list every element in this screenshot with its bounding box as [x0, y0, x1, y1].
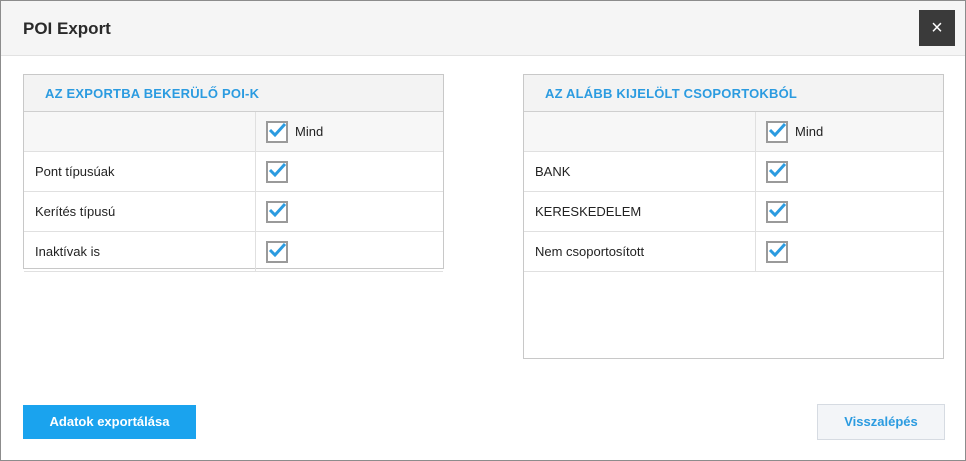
- checkmark-icon: [268, 162, 287, 178]
- close-icon: ×: [931, 17, 943, 39]
- checkmark-icon: [768, 242, 787, 258]
- group-checkbox[interactable]: [766, 201, 788, 223]
- poi-type-row: Inaktívak is: [24, 232, 443, 272]
- group-checkbox[interactable]: [766, 161, 788, 183]
- column-divider: [255, 112, 256, 151]
- poi-type-checkbox[interactable]: [266, 161, 288, 183]
- group-label: Nem csoportosított: [535, 244, 645, 259]
- poi-type-label: Kerítés típusú: [35, 204, 116, 219]
- column-divider: [255, 152, 256, 191]
- poi-types-panel: AZ EXPORTBA BEKERÜLŐ POI-K Mind Pont típ…: [23, 74, 444, 272]
- back-button[interactable]: Visszalépés: [817, 404, 945, 440]
- group-row: KERESKEDELEM: [524, 192, 943, 232]
- checkmark-icon: [768, 202, 787, 218]
- checkmark-icon: [268, 122, 287, 138]
- close-button[interactable]: ×: [919, 10, 955, 46]
- dialog-title: POI Export: [23, 19, 111, 38]
- groups-panel-title: AZ ALÁBB KIJELÖLT CSOPORTOKBÓL: [545, 86, 798, 101]
- column-divider: [755, 152, 756, 191]
- poi-export-dialog: POI Export × AZ EXPORTBA BEKERÜLŐ POI-K …: [0, 0, 966, 461]
- select-all-label: Mind: [295, 124, 324, 139]
- poi-types-panel-title: AZ EXPORTBA BEKERÜLŐ POI-K: [45, 86, 260, 101]
- dialog-titlebar: POI Export ×: [1, 1, 965, 56]
- checkmark-icon: [268, 202, 287, 218]
- select-all-checkbox[interactable]: [266, 121, 288, 143]
- poi-type-label: Inaktívak is: [35, 244, 101, 259]
- poi-type-row: Pont típusúak: [24, 152, 443, 192]
- select-all-checkbox[interactable]: [766, 121, 788, 143]
- poi-type-checkbox[interactable]: [266, 201, 288, 223]
- poi-type-checkbox[interactable]: [266, 241, 288, 263]
- poi-types-select-all-row: Mind: [24, 112, 443, 152]
- checkmark-icon: [768, 162, 787, 178]
- group-checkbox[interactable]: [766, 241, 788, 263]
- poi-types-panel-header: AZ EXPORTBA BEKERÜLŐ POI-K: [24, 75, 443, 112]
- groups-panel-header: AZ ALÁBB KIJELÖLT CSOPORTOKBÓL: [524, 75, 943, 112]
- poi-type-label: Pont típusúak: [35, 164, 115, 179]
- group-label: BANK: [535, 164, 571, 179]
- column-divider: [755, 112, 756, 151]
- column-divider: [255, 232, 256, 271]
- group-label: KERESKEDELEM: [535, 204, 642, 219]
- column-divider: [755, 192, 756, 231]
- export-data-button[interactable]: Adatok exportálása: [23, 405, 196, 439]
- column-divider: [755, 232, 756, 271]
- groups-select-all-row: Mind: [524, 112, 943, 152]
- checkmark-icon: [268, 242, 287, 258]
- column-divider: [255, 192, 256, 231]
- group-row: Nem csoportosított: [524, 232, 943, 272]
- select-all-label: Mind: [795, 124, 824, 139]
- group-row: BANK: [524, 152, 943, 192]
- checkmark-icon: [768, 122, 787, 138]
- poi-type-row: Kerítés típusú: [24, 192, 443, 232]
- groups-panel: AZ ALÁBB KIJELÖLT CSOPORTOKBÓL Mind BANK…: [523, 74, 944, 359]
